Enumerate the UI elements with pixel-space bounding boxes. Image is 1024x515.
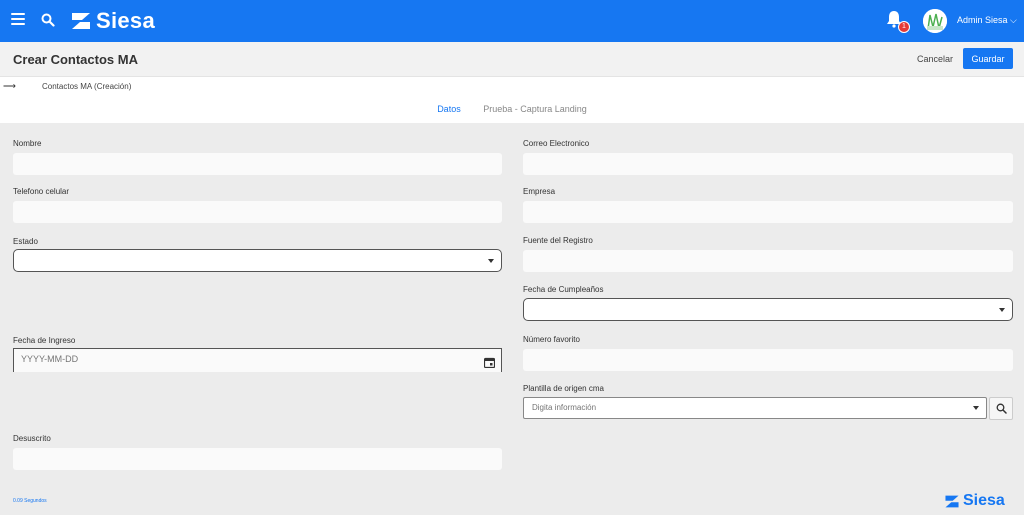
fuente-registro-input[interactable] xyxy=(523,250,1013,272)
hamburger-menu-icon[interactable] xyxy=(11,13,25,27)
tab-bar: Datos Prueba - Captura Landing xyxy=(0,104,1024,114)
footer-siesa-logo: Siesa xyxy=(944,492,1005,510)
plantilla-origen-lookup[interactable] xyxy=(523,397,987,419)
fecha-cumpleanos-select[interactable] xyxy=(523,298,1013,321)
calendar-icon[interactable] xyxy=(483,355,496,373)
siesa-logo-mark-icon xyxy=(945,495,959,507)
notifications-count-badge: 1 xyxy=(898,21,910,33)
user-avatar[interactable] xyxy=(923,9,947,33)
telefono-label: Telefono celular xyxy=(13,187,70,196)
breadcrumb: Contactos MA (Creación) xyxy=(42,82,132,91)
fuente-registro-label: Fuente del Registro xyxy=(523,236,593,245)
back-arrow-icon[interactable]: ⟶ xyxy=(3,81,16,92)
load-time-text: 0.09 Segundos xyxy=(13,498,47,504)
numero-favorito-input[interactable] xyxy=(523,349,1013,371)
plantilla-origen-input[interactable] xyxy=(532,403,832,412)
plantilla-origen-label: Plantilla de origen cma xyxy=(523,384,604,393)
save-button[interactable]: Guardar xyxy=(963,48,1013,69)
user-menu-dropdown[interactable]: Admin Siesa ⌵ xyxy=(957,15,1017,26)
desuscrito-input[interactable] xyxy=(13,448,502,470)
siesa-logo-mark-icon xyxy=(72,13,90,29)
siesa-logo[interactable]: Siesa xyxy=(70,8,155,33)
desuscrito-label: Desuscrito xyxy=(13,434,51,443)
chevron-down-icon xyxy=(999,308,1005,312)
tab-prueba-captura-landing[interactable]: Prueba - Captura Landing xyxy=(483,104,587,114)
page-title: Crear Contactos MA xyxy=(13,52,138,67)
empresa-label: Empresa xyxy=(523,187,556,196)
fecha-ingreso-input[interactable] xyxy=(21,354,221,364)
nombre-label: Nombre xyxy=(13,139,42,148)
search-icon xyxy=(996,403,1007,414)
empresa-input[interactable] xyxy=(523,201,1013,223)
brand-name: Siesa xyxy=(96,8,155,33)
cancel-button[interactable]: Cancelar xyxy=(909,49,961,69)
estado-select[interactable] xyxy=(13,249,502,272)
chevron-down-icon xyxy=(488,259,494,263)
numero-favorito-label: Número favorito xyxy=(523,335,580,344)
search-icon[interactable] xyxy=(41,13,55,32)
page-header: Crear Contactos MA Cancelar Guardar xyxy=(0,42,1024,77)
footer-brand-name: Siesa xyxy=(963,492,1005,509)
correo-label: Correo Electronico xyxy=(523,139,590,148)
plantilla-search-button[interactable] xyxy=(989,397,1013,420)
fecha-cumpleanos-label: Fecha de Cumpleaños xyxy=(523,285,604,294)
top-navigation-bar: Siesa 1 Admin Siesa ⌵ xyxy=(0,0,1024,42)
fecha-ingreso-field[interactable] xyxy=(13,348,502,372)
estado-label: Estado xyxy=(13,237,38,246)
breadcrumb-and-tabs: ⟶ Contactos MA (Creación) Datos Prueba -… xyxy=(0,77,1024,123)
telefono-input[interactable] xyxy=(13,201,502,223)
correo-input[interactable] xyxy=(523,153,1013,175)
chevron-down-icon[interactable] xyxy=(973,406,979,410)
tab-datos[interactable]: Datos xyxy=(437,104,461,114)
nombre-input[interactable] xyxy=(13,153,502,175)
fecha-ingreso-label: Fecha de Ingreso xyxy=(13,336,76,345)
